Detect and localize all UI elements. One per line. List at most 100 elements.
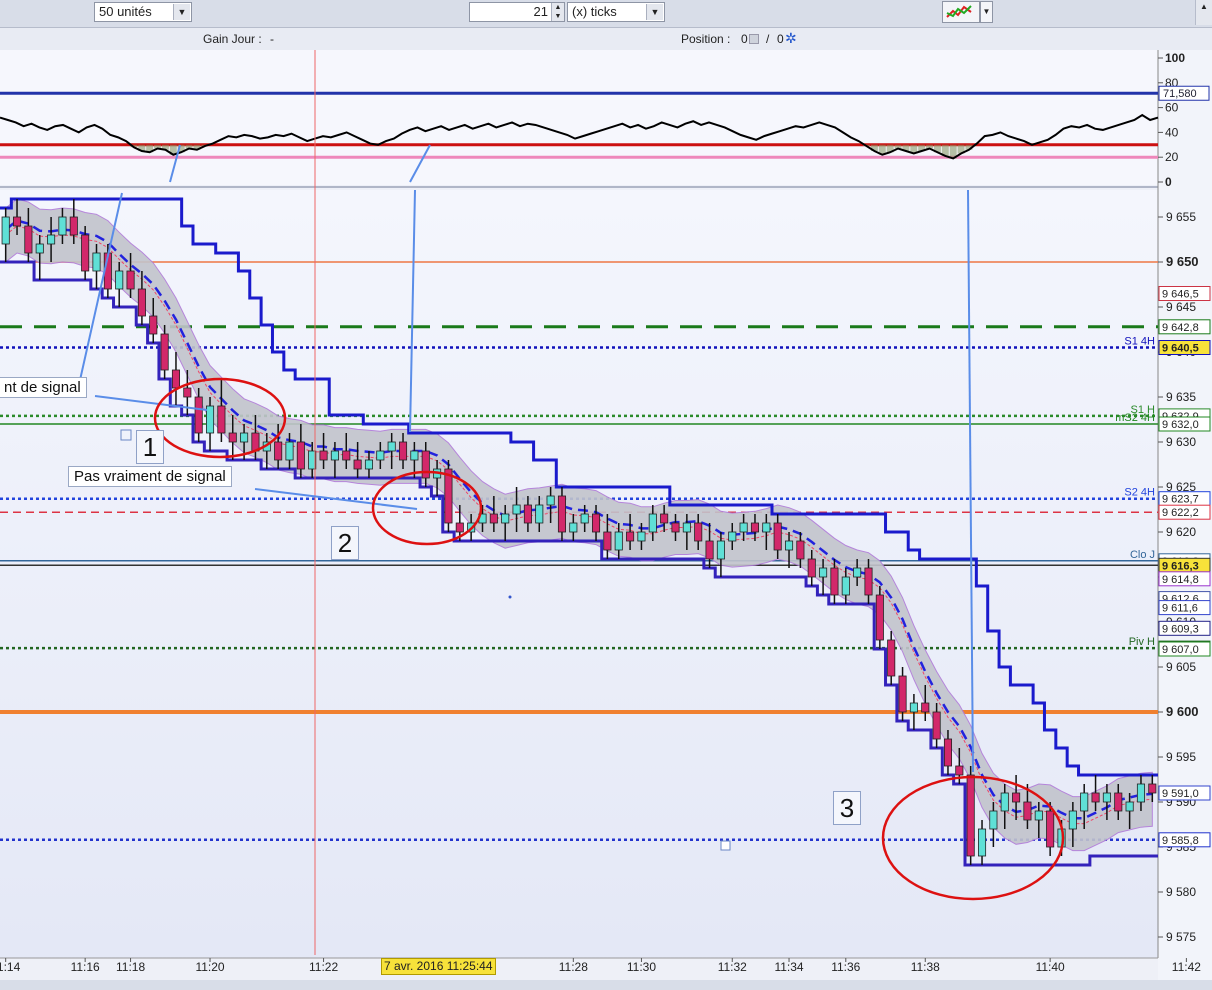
candle-body <box>274 441 283 461</box>
price-tick-label: 9 575 <box>1166 930 1196 944</box>
x-tick-label: 11:28 <box>559 960 588 974</box>
price-level-tag: Piv H <box>1129 636 1155 648</box>
osc-tick-label: 100 <box>1165 51 1185 65</box>
price-level-label: 9 640,5 <box>1162 343 1199 355</box>
candle-body <box>296 441 305 470</box>
gain-label: Gain Jour : <box>203 32 262 46</box>
candle-body <box>648 513 657 533</box>
candle-body <box>1114 792 1123 812</box>
candle-body <box>728 531 737 542</box>
candle-body <box>535 504 544 524</box>
price-level-tag: mS2 4H <box>1115 412 1155 424</box>
candle-body <box>1102 792 1111 803</box>
x-tick-label: 11:34 <box>774 960 803 974</box>
candle-body <box>410 450 419 461</box>
candle-body <box>864 567 873 596</box>
candle-body <box>501 513 510 524</box>
candle-body <box>376 450 385 461</box>
ticks-mode-value: (x) ticks <box>572 4 617 19</box>
price-level-label: 9 646,5 <box>1162 289 1199 301</box>
chart-type-button[interactable] <box>942 1 980 23</box>
candle-body <box>171 369 181 389</box>
candle-body <box>603 531 612 551</box>
ticks-input-value: 21 <box>533 4 548 19</box>
candle-body <box>183 387 192 398</box>
candle-body <box>966 774 975 857</box>
price-level-label: 9 585,8 <box>1162 835 1199 847</box>
price-level-label: 9 609,3 <box>1162 623 1199 635</box>
candle-body <box>955 765 964 776</box>
x-tick-label: 11:20 <box>195 960 224 974</box>
position-separator: / <box>766 32 770 46</box>
price-tick-label: 9 650 <box>1166 254 1199 269</box>
price-level-tag: Clo J <box>1130 549 1155 561</box>
position-detail-icon[interactable] <box>749 34 759 44</box>
candle-body <box>126 270 135 290</box>
candle-body <box>909 702 918 713</box>
price-level-tag: S2 4H <box>1124 487 1155 499</box>
x-tick-label: 11:32 <box>718 960 747 974</box>
candle-body <box>546 495 555 506</box>
chart-type-dropdown[interactable]: ▼ <box>980 1 993 23</box>
candle-body <box>58 216 67 236</box>
scroll-up-icon[interactable]: ▲ <box>1196 0 1212 14</box>
x-tick-label: 11:14 <box>0 960 21 974</box>
candle-body <box>240 432 249 443</box>
chevron-down-icon[interactable]: ▼ <box>173 4 190 20</box>
price-tick-label: 9 600 <box>1166 704 1199 719</box>
candle-body <box>444 468 453 524</box>
candle-body <box>1000 792 1009 812</box>
candle-body <box>1023 801 1032 821</box>
candle-body <box>921 702 930 713</box>
price-level-tag: S1 4H <box>1124 336 1155 348</box>
candle-body <box>217 405 226 434</box>
candle-body <box>660 513 669 524</box>
price-tick-label: 9 620 <box>1166 525 1196 539</box>
x-tick-label: 11:38 <box>911 960 940 974</box>
candle-body <box>342 450 351 461</box>
candle-body <box>47 234 56 245</box>
candle-body <box>671 522 680 533</box>
candle-body <box>784 540 794 551</box>
gear-icon[interactable]: ✲ <box>785 30 797 47</box>
x-tick-label: 11:40 <box>1036 960 1065 974</box>
candle-body <box>977 828 987 857</box>
price-level-label: 9 642,8 <box>1162 322 1199 334</box>
price-level-label: 9 623,7 <box>1162 494 1199 506</box>
chart-type-icon <box>946 5 972 18</box>
position-value-2: 0 <box>777 32 784 46</box>
ticks-mode-select[interactable]: (x) ticks ▼ <box>567 2 665 22</box>
candle-body <box>69 216 78 236</box>
candle-body <box>591 513 601 533</box>
scrollbar[interactable]: ▲ <box>1195 0 1212 25</box>
ticks-input[interactable]: 21 ▲ ▼ <box>469 2 565 22</box>
price-level-label: 9 614,8 <box>1162 574 1199 586</box>
x-tick-label: 11:22 <box>309 960 338 974</box>
price-tick-label: 9 595 <box>1166 750 1196 764</box>
spinner-icon[interactable]: ▲ ▼ <box>551 3 564 21</box>
candle-body <box>512 504 521 515</box>
candle-body <box>1136 783 1146 803</box>
chart-area: 10080604020071,580 9 6559 6509 6459 6409… <box>0 50 1212 980</box>
candle-body <box>773 522 782 551</box>
units-select[interactable]: 50 unités ▼ <box>94 2 192 22</box>
candle-body <box>1148 783 1157 794</box>
osc-tick-label: 20 <box>1165 150 1179 164</box>
candle-body <box>194 396 203 434</box>
x-tick-label: 11:42 <box>1172 960 1201 974</box>
candle-body <box>523 504 532 524</box>
candle-body <box>92 252 101 272</box>
candle-body <box>251 432 260 452</box>
candle-body <box>421 450 430 479</box>
candle-body <box>1034 810 1043 821</box>
price-tick-label: 9 635 <box>1166 390 1196 404</box>
bottom-bar <box>0 980 1212 990</box>
candle-body <box>1091 792 1100 803</box>
chevron-down-icon[interactable]: ▼ <box>646 4 663 20</box>
candle-body <box>716 540 725 560</box>
candle-body <box>353 459 362 470</box>
price-tick-label: 9 630 <box>1166 435 1196 449</box>
price-tick-label: 9 605 <box>1166 660 1196 674</box>
candle-body <box>614 531 623 551</box>
candle-body <box>580 513 589 524</box>
